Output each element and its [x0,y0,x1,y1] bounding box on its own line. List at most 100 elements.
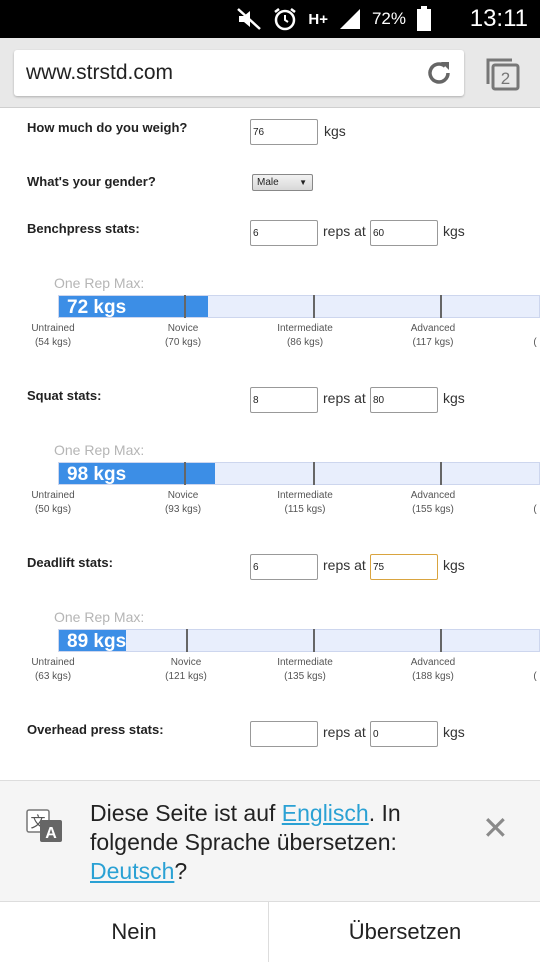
squat-one-rep-max-value: 98 kgs [67,464,127,485]
squat-reps-at: reps at [323,390,366,406]
tab-count: 2 [501,69,510,88]
close-icon[interactable]: ✕ [482,812,509,844]
deadlift-reps-input[interactable]: 6 [250,554,318,580]
bench-strength-bar: 72 kgs [58,295,540,318]
translate-buttons: Nein Übersetzen [0,901,540,962]
bench-label: Benchpress stats: [27,221,140,236]
level-weight: (155 kgs) [412,504,454,515]
weight-input[interactable]: 76 [250,119,318,145]
alarm-icon [274,8,297,31]
bench-one-rep-max-label: One Rep Max: [54,275,145,291]
squat-level-intermediate: Intermediate (115 kgs) [260,489,350,517]
overhead-weight-input[interactable]: 0 [370,721,438,747]
battery-percent: 72% [371,9,406,28]
squat-weight-input[interactable]: 80 [370,387,438,413]
deadlift-level-elite-partial: ( [533,671,537,682]
deadlift-kgs: kgs [443,557,465,573]
bench-level-advanced: Advanced (117 kgs) [388,322,478,350]
deadlift-weight-input[interactable]: 75 [370,554,438,580]
status-bar: H+ 72% 13:11 [0,0,540,38]
gender-select-value: Male [257,177,279,188]
level-name: Intermediate [277,490,333,501]
no-button[interactable]: Nein [0,902,269,962]
bench-weight-input[interactable]: 60 [370,220,438,246]
signal-icon [339,9,360,29]
gender-label: What's your gender? [27,174,156,189]
bench-level-elite-partial: ( [533,337,537,348]
squat-level-untrained: Untrained (50 kgs) [8,489,98,517]
url-text[interactable]: www.strstd.com [26,61,173,85]
translate-infobar: 文 A Diese Seite ist auf Englisch. In fol… [0,780,540,962]
mute-icon [237,8,262,30]
level-weight: (50 kgs) [34,504,72,515]
squat-label: Squat stats: [27,388,102,403]
level-name: Novice [170,657,202,668]
translate-text-3: ? [174,858,188,884]
bench-level-novice: Novice (70 kgs) [138,322,228,350]
network-type: H+ [308,10,328,28]
deadlift-level-intermediate: Intermediate (135 kgs) [260,656,350,684]
overhead-label: Overhead press stats: [27,722,164,737]
squat-level-advanced: Advanced (155 kgs) [388,489,478,517]
level-name: Novice [167,490,199,501]
overhead-reps-input[interactable] [250,721,318,747]
deadlift-intermediate-tick [313,629,315,652]
weight-label: How much do you weigh? [27,120,188,135]
deadlift-reps-at: reps at [323,557,366,573]
browser-toolbar: www.strstd.com 2 [0,38,540,108]
level-name: Novice [167,323,199,334]
squat-kgs: kgs [443,390,465,406]
level-name: Untrained [31,323,75,334]
translate-icon: 文 A [26,809,62,842]
translate-button[interactable]: Übersetzen [270,902,540,962]
bench-one-rep-max-value: 72 kgs [67,297,127,318]
battery-icon [417,6,431,31]
deadlift-level-novice: Novice (121 kgs) [141,656,231,684]
source-language-link[interactable]: Englisch [282,800,369,826]
bench-novice-tick [184,295,186,318]
dropdown-arrow-icon: ▼ [299,178,307,187]
level-weight: (115 kgs) [284,504,326,515]
reload-icon[interactable] [424,58,454,88]
level-name: Untrained [31,657,75,668]
target-language-link[interactable]: Deutsch [90,858,174,884]
level-name: Intermediate [277,323,333,334]
level-name: Advanced [410,657,456,668]
level-name: Advanced [410,323,456,334]
overhead-kgs: kgs [443,724,465,740]
page-content: How much do you weigh? 76 kgs What's you… [0,108,540,780]
deadlift-advanced-tick [440,629,442,652]
gender-select[interactable]: Male ▼ [252,174,313,191]
level-weight: (117 kgs) [412,337,454,348]
status-icons: H+ 72% [236,6,432,32]
squat-reps-input[interactable]: 8 [250,387,318,413]
url-field[interactable]: www.strstd.com [14,50,464,96]
deadlift-one-rep-max-label: One Rep Max: [54,609,145,625]
bench-reps-at: reps at [323,223,366,239]
deadlift-level-advanced: Advanced (188 kgs) [388,656,478,684]
translate-text-1: Diese Seite ist auf [90,800,282,826]
svg-text:A: A [45,825,57,842]
deadlift-novice-tick [186,629,188,652]
level-weight: (121 kgs) [165,671,207,682]
squat-strength-bar: 98 kgs [58,462,540,485]
clock: 13:11 [469,5,528,32]
bench-reps-input[interactable]: 6 [250,220,318,246]
level-weight: (188 kgs) [412,671,454,682]
tabs-switcher-button[interactable]: 2 [484,56,522,92]
bench-level-untrained: Untrained (54 kgs) [8,322,98,350]
squat-novice-tick [184,462,186,485]
level-name: Intermediate [277,657,333,668]
bench-advanced-tick [440,295,442,318]
bench-level-intermediate: Intermediate (86 kgs) [260,322,350,350]
squat-level-elite-partial: ( [533,504,537,515]
squat-one-rep-max-label: One Rep Max: [54,442,145,458]
squat-advanced-tick [440,462,442,485]
level-weight: (135 kgs) [284,671,326,682]
level-weight: (70 kgs) [164,337,202,348]
overhead-reps-at: reps at [323,724,366,740]
level-weight: (54 kgs) [34,337,72,348]
level-name: Untrained [31,490,75,501]
bench-intermediate-tick [313,295,315,318]
level-weight: (63 kgs) [34,671,72,682]
